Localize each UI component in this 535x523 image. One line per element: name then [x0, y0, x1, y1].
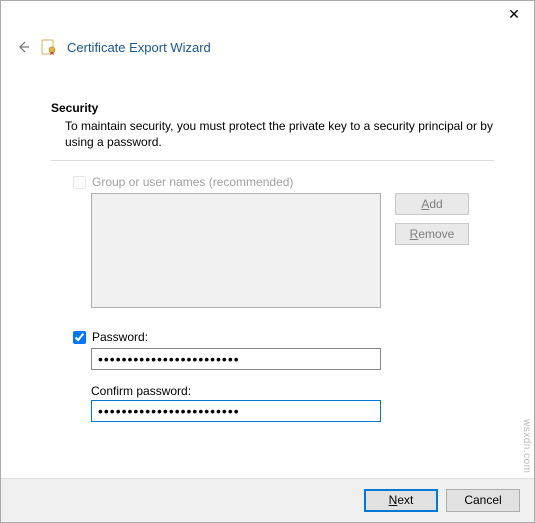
- certificate-icon: [41, 39, 57, 55]
- password-checkbox-row[interactable]: Password:: [73, 330, 494, 344]
- close-button[interactable]: ✕: [494, 1, 534, 27]
- back-arrow-icon[interactable]: [15, 39, 31, 55]
- next-button[interactable]: Next: [364, 489, 438, 512]
- footer-bar: Next Cancel: [1, 478, 534, 522]
- group-users-checkbox-row[interactable]: Group or user names (recommended): [73, 175, 494, 189]
- divider: [51, 160, 494, 161]
- security-description: To maintain security, you must protect t…: [65, 118, 494, 150]
- password-checkbox[interactable]: [73, 331, 86, 344]
- group-users-label: Group or user names (recommended): [92, 175, 293, 189]
- watermark-text: wsxdn.com: [521, 419, 532, 474]
- content-area: Security To maintain security, you must …: [1, 101, 534, 422]
- wizard-header: Certificate Export Wizard: [1, 31, 534, 73]
- cancel-button[interactable]: Cancel: [446, 489, 520, 512]
- password-label: Password:: [92, 330, 148, 344]
- confirm-password-input[interactable]: [91, 400, 381, 422]
- group-users-checkbox[interactable]: [73, 176, 86, 189]
- wizard-window: ✕ Certificate Export Wizard Security To …: [0, 0, 535, 523]
- security-heading: Security: [51, 101, 494, 115]
- confirm-password-label: Confirm password:: [91, 384, 494, 398]
- titlebar: ✕: [1, 1, 534, 31]
- group-users-listbox: [91, 193, 381, 308]
- remove-button: Remove: [395, 223, 469, 245]
- wizard-title: Certificate Export Wizard: [67, 40, 211, 55]
- add-button: Add: [395, 193, 469, 215]
- password-input[interactable]: [91, 348, 381, 370]
